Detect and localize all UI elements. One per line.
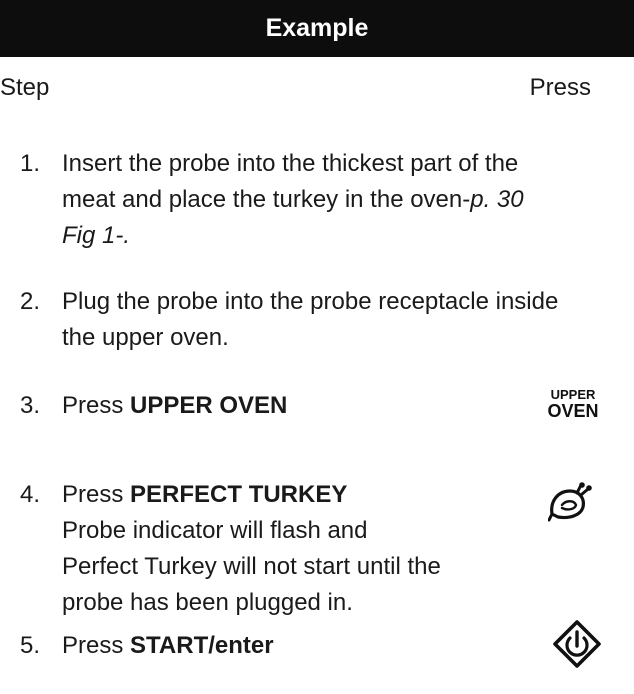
- turkey-icon: [547, 481, 594, 523]
- start-enter-icon: [552, 619, 602, 669]
- step-number: 1.: [20, 150, 41, 177]
- step-text: Press UPPER OVEN: [62, 392, 288, 419]
- step-text: Press PERFECT TURKEY Probe indicator wil…: [62, 481, 441, 616]
- key-name: UPPER OVEN: [130, 392, 288, 419]
- key-name: PERFECT TURKEY: [130, 481, 348, 508]
- key-name: START/enter: [130, 632, 274, 659]
- step-text: Insert the probe into the thickest part …: [62, 150, 524, 249]
- press-column-label: Press: [529, 74, 591, 101]
- example-header: Example: [0, 0, 634, 57]
- step-number: 4.: [20, 481, 41, 508]
- step-text: Plug the probe into the probe receptacle…: [62, 288, 559, 351]
- step-number: 3.: [20, 392, 41, 419]
- header-title: Example: [265, 14, 369, 42]
- step-number: 2.: [20, 288, 41, 315]
- step-number: 5.: [20, 632, 41, 659]
- upper-oven-key-icon: UPPER OVEN: [547, 387, 599, 421]
- step-column-label: Step: [0, 74, 50, 101]
- step-text: Press START/enter: [62, 632, 274, 659]
